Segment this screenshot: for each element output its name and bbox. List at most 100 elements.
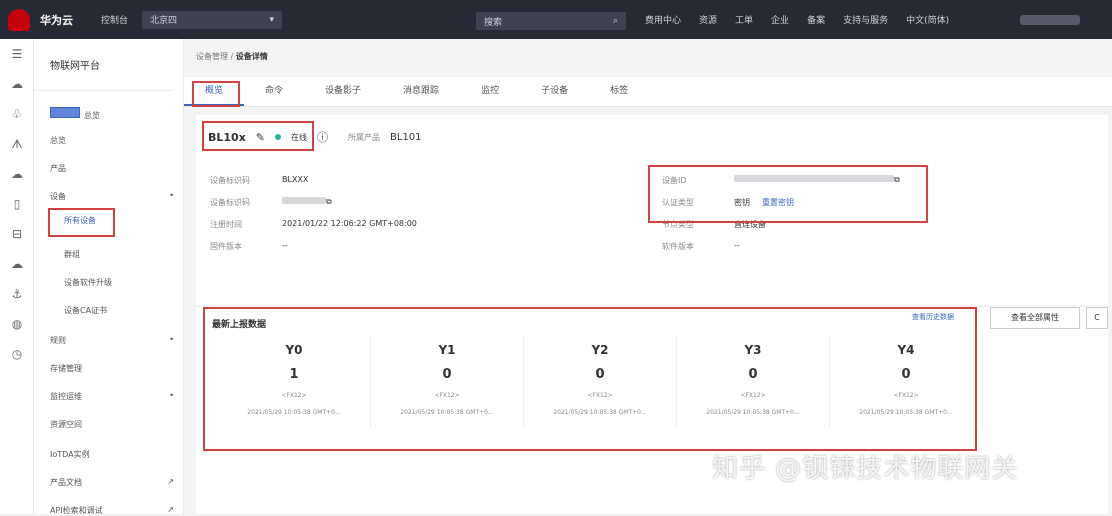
network-icon[interactable]: ᗑ — [0, 129, 34, 159]
sidebar-item[interactable]: 产品文档 ↗ — [50, 477, 174, 488]
sidebar-item[interactable]: 产品 — [50, 163, 174, 174]
search-icon: ⌕ — [612, 16, 618, 26]
topnav-link[interactable]: 工单 — [735, 13, 753, 26]
watermark: 知乎 @钡铼技术物联网关 — [712, 454, 1019, 484]
search-input[interactable]: 搜索 ⌕ — [476, 12, 626, 30]
topnav-link[interactable]: 支持与服务 — [843, 13, 888, 26]
sidebar-item-text: 群组 — [64, 250, 80, 259]
sidebar-item[interactable]: 设备 • — [50, 191, 174, 202]
sidebar-item[interactable]: 资源空间 — [50, 419, 174, 430]
sidebar-item[interactable]: 监控运维 • — [50, 391, 174, 402]
info-label: 固件版本 — [210, 242, 242, 251]
sidebar-item-text: IoTDA实例 — [50, 450, 90, 459]
huawei-logo-icon[interactable] — [8, 8, 30, 31]
info-value: -- — [282, 241, 288, 250]
top-bar: 华为云 控制台 北京四 ▾ 搜索 ⌕ 费用中心 资源 工单 企业 备案 支持与服务 中文(简体) — [0, 0, 1112, 39]
refresh-button[interactable]: C — [1086, 307, 1108, 329]
sidebar-item-label: 总览 — [50, 135, 66, 146]
sidebar-item[interactable]: 设备软件升级 — [64, 277, 188, 288]
sidebar-item[interactable]: 总览 — [50, 135, 174, 146]
copy-icon[interactable]: ⧉ — [326, 197, 332, 208]
sidebar-item-text: 总览 — [50, 136, 66, 145]
external-link-icon: ↗ — [167, 477, 174, 486]
info-value: -- — [734, 241, 740, 250]
topnav-link[interactable]: 备案 — [807, 13, 825, 26]
tab-1[interactable]: 命令 — [244, 77, 304, 106]
sidebar-item-label: 设备软件升级 — [64, 277, 112, 288]
console-link[interactable]: 控制台 — [101, 13, 128, 26]
user-account[interactable] — [1020, 15, 1080, 25]
tree-icon[interactable]: ♧ — [0, 99, 34, 129]
device-icon[interactable]: ▯ — [0, 189, 34, 219]
main-content: 设备管理 / 设备详情 概览 命令 设备影子 消息跟踪 监控 子设备 标签 BL10x ✎ … — [184, 39, 1112, 514]
chevron-icon: • — [169, 391, 174, 400]
info-value: 2021/01/22 12:06:22 GMT+08:00 — [282, 219, 417, 228]
external-link-icon: ↗ — [167, 505, 174, 514]
info-label: 设备标识码 — [210, 198, 250, 207]
chevron-icon: • — [169, 335, 174, 344]
breadcrumb-current: 设备详情 — [235, 52, 268, 61]
clock-icon[interactable]: ◷ — [0, 339, 34, 369]
info-row: 设备标识码 BLXXX — [210, 175, 308, 186]
cloud-icon[interactable]: ☁ — [0, 69, 34, 99]
sidebar-item-label: 设备CA证书 — [64, 305, 107, 316]
sidebar-item-text: 产品 — [50, 164, 66, 173]
cloud-icon[interactable]: ☁ — [0, 159, 34, 189]
region-value: 北京四 — [150, 16, 178, 26]
sidebar-item-text: 资源空间 — [50, 420, 82, 429]
product-label: 所属产品 — [348, 132, 381, 142]
brand-name[interactable]: 华为云 — [40, 12, 73, 28]
topnav-link[interactable]: 费用中心 — [645, 13, 681, 26]
region-select[interactable]: 北京四 ▾ — [142, 10, 283, 29]
sidebar: 物联网平台 总览 总览 产品 设备 • 所有设备 群组 设备软件升级 设备CA证书 规则 • 存储管理… — [34, 39, 184, 516]
cloud-icon[interactable]: ☁ — [0, 249, 34, 279]
tab-3[interactable]: 消息跟踪 — [382, 77, 460, 106]
sidebar-item-text: 设备 — [50, 192, 66, 201]
sidebar-item[interactable]: 群组 — [64, 249, 188, 260]
breadcrumb: 设备管理 / 设备详情 — [196, 52, 268, 61]
device-info-card: BL10x ✎ 在线 ⓘ 所属产品 BL101 设备标识码 BLXXX 设备标识码 … — [196, 115, 1108, 305]
sidebar-item-text: 规则 — [50, 336, 66, 345]
sidebar-item[interactable]: 所有设备 — [64, 215, 188, 226]
sidebar-item-label: 规则 — [50, 335, 66, 346]
chevron-icon: • — [169, 191, 174, 200]
sidebar-item[interactable]: 设备CA证书 — [64, 305, 188, 316]
globe-icon[interactable]: ◍ — [0, 309, 34, 339]
chevron-down-icon: ▾ — [269, 14, 275, 25]
sidebar-item[interactable]: 规则 • — [50, 335, 174, 346]
info-label: 软件版本 — [662, 242, 694, 251]
view-all-properties-button[interactable]: 查看全部属性 — [990, 307, 1080, 329]
topnav-link[interactable]: 企业 — [771, 13, 789, 26]
sidebar-title: 物联网平台 — [34, 39, 173, 91]
topnav-link[interactable]: 中文(简体) — [906, 13, 949, 26]
info-row: 注册时间 2021/01/22 12:06:22 GMT+08:00 — [210, 219, 417, 230]
sidebar-item-label: 存储管理 — [50, 363, 82, 374]
sidebar-item-text: 设备软件升级 — [64, 278, 112, 287]
sidebar-item-text: 存储管理 — [50, 364, 82, 373]
info-row: 软件版本 -- — [662, 241, 740, 252]
tab-4[interactable]: 监控 — [460, 77, 520, 106]
sidebar-item[interactable]: API检索和调试 ↗ — [50, 505, 174, 516]
info-row: 设备标识码 ⧉ — [210, 197, 332, 208]
sidebar-item[interactable]: 总览 — [50, 107, 174, 121]
sidebar-item-text: 产品文档 — [50, 478, 82, 487]
help-icon[interactable]: ⓘ — [317, 129, 328, 145]
highlight-box — [203, 307, 977, 451]
tab-6[interactable]: 标签 — [589, 77, 649, 106]
sidebar-item[interactable]: IoTDA实例 — [50, 449, 174, 460]
topnav-link[interactable]: 资源 — [699, 13, 717, 26]
breadcrumb-parent[interactable]: 设备管理 — [196, 52, 228, 61]
storage-icon[interactable]: ⊟ — [0, 219, 34, 249]
service-rail: ☰ ☁ ♧ ᗑ ☁ ▯ ⊟ ☁ ⚓ ◍ ◷ — [0, 39, 34, 514]
info-label: 注册时间 — [210, 220, 242, 229]
sidebar-item-label: 产品文档 — [50, 477, 82, 488]
tab-5[interactable]: 子设备 — [520, 77, 589, 106]
tab-2[interactable]: 设备影子 — [304, 77, 382, 106]
anchor-icon[interactable]: ⚓ — [0, 279, 34, 309]
sidebar-item[interactable]: 存储管理 — [50, 363, 174, 374]
search-placeholder: 搜索 — [484, 17, 503, 28]
menu-icon[interactable]: ☰ — [0, 39, 34, 69]
info-label: 设备标识码 — [210, 176, 250, 185]
product-value[interactable]: BL101 — [390, 132, 422, 143]
sidebar-item-label: 资源空间 — [50, 419, 82, 430]
